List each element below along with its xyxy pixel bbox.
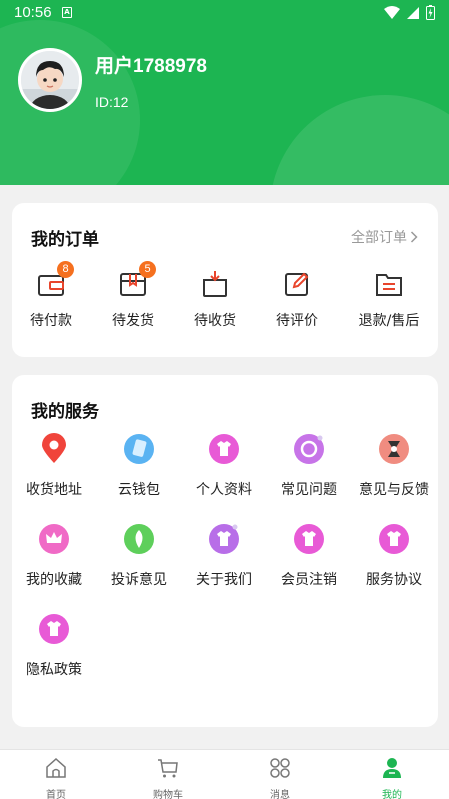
home-icon bbox=[46, 757, 66, 778]
nav-label: 购物车 bbox=[153, 790, 183, 799]
user-id: ID:12 bbox=[95, 94, 129, 110]
cloud-wallet-icon bbox=[123, 433, 155, 465]
user-profile-icon bbox=[383, 758, 401, 778]
status-time: 10:56 bbox=[14, 4, 52, 21]
chevron-right-icon bbox=[410, 231, 418, 243]
nav-label: 我的 bbox=[382, 790, 402, 799]
service-label: 我的收藏 bbox=[26, 572, 82, 588]
header-decoration bbox=[270, 95, 449, 185]
service-label: 会员注销 bbox=[281, 572, 337, 588]
service-agreement-icon bbox=[378, 523, 410, 555]
profile-header: 10:56 A 用户1788978 ID:12 bbox=[0, 0, 449, 185]
privacy-policy-icon bbox=[38, 613, 70, 645]
wifi-icon bbox=[384, 5, 400, 19]
status-icons bbox=[384, 5, 435, 20]
nav-label: 首页 bbox=[46, 790, 66, 799]
profile-shirt-icon bbox=[208, 433, 240, 465]
service-label: 关于我们 bbox=[196, 572, 252, 588]
orders-card: 我的订单 全部订单 8 待付款 5 待发货 待收货 待评价 退款/售后 bbox=[12, 203, 438, 357]
refund-folder-icon bbox=[374, 269, 404, 299]
orders-title: 我的订单 bbox=[31, 230, 99, 250]
order-pending-shipment[interactable]: 5 待发货 bbox=[95, 261, 171, 330]
order-refund-aftersales[interactable]: 退款/售后 bbox=[351, 269, 427, 330]
nav-label: 消息 bbox=[270, 790, 290, 799]
order-item-label: 待付款 bbox=[30, 313, 72, 329]
package-icon: 5 bbox=[118, 261, 156, 299]
nav-cart[interactable]: 购物车 bbox=[138, 756, 198, 799]
service-complaint[interactable]: 投诉意见 bbox=[97, 523, 181, 589]
service-about-us[interactable]: 关于我们 bbox=[182, 523, 266, 589]
feedback-icon bbox=[378, 433, 410, 465]
pending-payment-badge: 8 bbox=[57, 261, 74, 278]
service-label: 收货地址 bbox=[26, 482, 82, 498]
service-label: 常见问题 bbox=[281, 482, 337, 498]
service-cloud-wallet[interactable]: 云钱包 bbox=[97, 433, 181, 499]
crown-favorite-icon bbox=[38, 523, 70, 555]
order-item-label: 待发货 bbox=[112, 313, 154, 329]
message-grid-icon bbox=[270, 758, 290, 778]
about-icon bbox=[208, 523, 240, 555]
service-label: 服务协议 bbox=[366, 572, 422, 588]
order-item-label: 退款/售后 bbox=[358, 313, 420, 329]
nav-mine[interactable]: 我的 bbox=[362, 756, 422, 799]
avatar-illustration-icon bbox=[21, 51, 79, 109]
nav-home[interactable]: 首页 bbox=[26, 756, 86, 799]
battery-icon bbox=[426, 5, 435, 20]
service-address[interactable]: 收货地址 bbox=[12, 433, 96, 499]
service-agreement[interactable]: 服务协议 bbox=[352, 523, 436, 589]
service-feedback[interactable]: 意见与反馈 bbox=[352, 433, 436, 499]
order-item-label: 待收货 bbox=[194, 313, 236, 329]
service-label: 隐私政策 bbox=[26, 662, 82, 678]
service-privacy-policy[interactable]: 隐私政策 bbox=[12, 613, 96, 679]
nav-messages[interactable]: 消息 bbox=[250, 756, 310, 799]
service-label: 个人资料 bbox=[196, 482, 252, 498]
status-bar: 10:56 A bbox=[0, 0, 449, 26]
pending-shipment-badge: 5 bbox=[139, 261, 156, 278]
avatar[interactable] bbox=[18, 48, 82, 112]
order-pending-review[interactable]: 待评价 bbox=[259, 269, 335, 330]
bottom-nav: 首页 购物车 消息 我的 bbox=[0, 749, 449, 799]
username: 用户1788978 bbox=[95, 56, 207, 77]
services-title: 我的服务 bbox=[31, 402, 99, 422]
wallet-icon: 8 bbox=[36, 261, 74, 299]
service-personal-info[interactable]: 个人资料 bbox=[182, 433, 266, 499]
service-label: 投诉意见 bbox=[111, 572, 167, 588]
services-card: 我的服务 收货地址 云钱包 个人资料 常见问题 意见与反馈 我的收藏 投诉意见 … bbox=[12, 375, 438, 727]
complaint-icon bbox=[123, 523, 155, 555]
location-pin-icon bbox=[38, 433, 70, 465]
order-item-label: 待评价 bbox=[276, 313, 318, 329]
receive-box-icon bbox=[200, 269, 230, 299]
member-cancel-icon bbox=[293, 523, 325, 555]
service-label: 云钱包 bbox=[118, 482, 160, 498]
edit-review-icon bbox=[282, 269, 312, 299]
cart-icon bbox=[158, 759, 178, 778]
order-pending-payment[interactable]: 8 待付款 bbox=[13, 261, 89, 330]
service-label: 意见与反馈 bbox=[359, 482, 429, 498]
all-orders-link[interactable]: 全部订单 bbox=[351, 227, 418, 247]
all-orders-label: 全部订单 bbox=[351, 230, 407, 246]
service-member-cancel[interactable]: 会员注销 bbox=[267, 523, 351, 589]
service-favorites[interactable]: 我的收藏 bbox=[12, 523, 96, 589]
faq-icon bbox=[293, 433, 325, 465]
sim-notification-icon: A bbox=[62, 7, 72, 18]
signal-icon bbox=[407, 6, 419, 19]
service-faq[interactable]: 常见问题 bbox=[267, 433, 351, 499]
order-pending-receipt[interactable]: 待收货 bbox=[177, 269, 253, 330]
